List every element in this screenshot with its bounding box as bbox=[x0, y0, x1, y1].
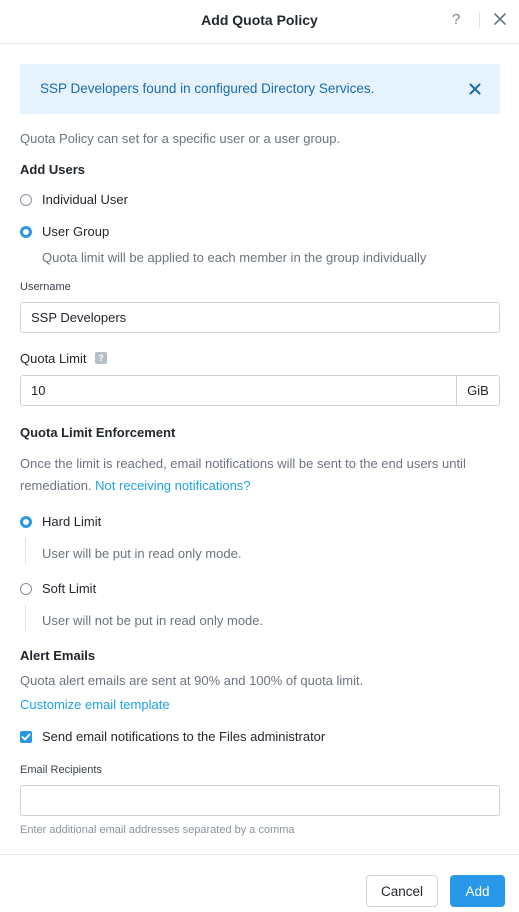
email-recipients-input[interactable] bbox=[20, 785, 500, 816]
question-mark-icon[interactable]: ? bbox=[95, 352, 107, 364]
user-group-radio[interactable] bbox=[20, 226, 32, 238]
quota-unit: GiB bbox=[456, 376, 499, 406]
alert-emails-description: Quota alert emails are sent at 90% and 1… bbox=[20, 673, 364, 688]
soft-limit-label[interactable]: Soft Limit bbox=[42, 581, 96, 596]
hard-limit-indent bbox=[25, 538, 26, 564]
notify-admin-checkbox[interactable] bbox=[20, 731, 32, 743]
soft-limit-indent bbox=[25, 605, 26, 631]
user-group-hint: Quota limit will be applied to each memb… bbox=[42, 250, 427, 265]
alert-banner: SSP Developers found in configured Direc… bbox=[20, 64, 500, 114]
alert-message: SSP Developers found in configured Direc… bbox=[40, 81, 375, 96]
enforcement-description-line2: remediation. Not receiving notifications… bbox=[20, 478, 251, 493]
soft-limit-hint: User will not be put in read only mode. bbox=[42, 613, 264, 628]
intro-text: Quota Policy can set for a specific user… bbox=[20, 131, 341, 146]
email-recipients-hint: Enter additional email addresses separat… bbox=[20, 824, 295, 836]
checkmark-icon bbox=[21, 733, 31, 741]
add-users-title: Add Users bbox=[20, 162, 86, 177]
hard-limit-radio[interactable] bbox=[20, 516, 32, 528]
quota-limit-input[interactable] bbox=[20, 375, 500, 406]
individual-user-radio[interactable] bbox=[20, 194, 32, 206]
cancel-button[interactable]: Cancel bbox=[366, 875, 438, 907]
username-label: Username bbox=[20, 281, 71, 293]
enforcement-description-end: remediation. bbox=[20, 478, 92, 493]
username-input[interactable] bbox=[20, 302, 500, 333]
individual-user-label[interactable]: Individual User bbox=[42, 192, 128, 207]
not-receiving-notifications-link[interactable]: Not receiving notifications? bbox=[95, 478, 250, 493]
dialog-header: Add Quota Policy ? bbox=[0, 0, 519, 44]
customize-email-template-link[interactable]: Customize email template bbox=[20, 697, 170, 712]
dialog-footer: Cancel Add bbox=[0, 854, 519, 912]
hard-limit-hint: User will be put in read only mode. bbox=[42, 546, 242, 561]
enforcement-description-line1: Once the limit is reached, email notific… bbox=[20, 456, 466, 471]
enforcement-title: Quota Limit Enforcement bbox=[20, 425, 176, 440]
quota-limit-label: Quota Limit bbox=[20, 351, 87, 366]
dialog-title: Add Quota Policy bbox=[201, 12, 318, 28]
user-group-label[interactable]: User Group bbox=[42, 224, 109, 239]
question-mark-icon[interactable]: ? bbox=[452, 11, 460, 28]
email-recipients-label: Email Recipients bbox=[20, 764, 102, 776]
header-divider bbox=[479, 12, 480, 28]
close-icon[interactable] bbox=[469, 83, 481, 95]
add-button[interactable]: Add bbox=[450, 875, 505, 907]
notify-admin-label[interactable]: Send email notifications to the Files ad… bbox=[42, 729, 325, 744]
alert-emails-title: Alert Emails bbox=[20, 648, 96, 663]
soft-limit-radio[interactable] bbox=[20, 583, 32, 595]
hard-limit-label[interactable]: Hard Limit bbox=[42, 514, 101, 529]
close-icon[interactable] bbox=[493, 12, 507, 26]
